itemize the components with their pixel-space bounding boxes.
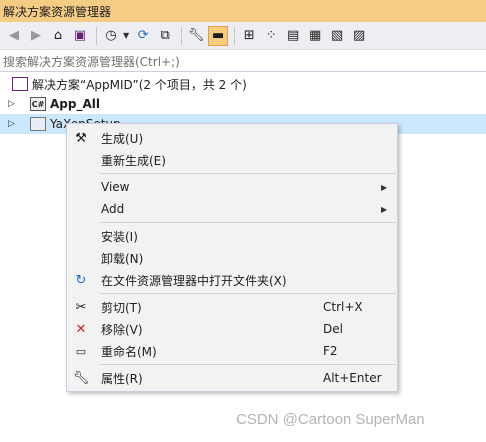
search-placeholder: 搜索解决方案资源管理器(Ctrl+;): [3, 54, 180, 69]
expand-arrow-icon[interactable]: ▷: [8, 99, 15, 109]
watermark: CSDN @Cartoon SuperMan: [236, 411, 425, 428]
build-icon: ⚒: [75, 130, 87, 146]
preview-icon[interactable]: ▬: [208, 25, 229, 46]
shortcut-label: Del: [323, 322, 343, 336]
search-input[interactable]: 搜索解决方案资源管理器(Ctrl+;): [0, 51, 486, 72]
setup-project-icon: [30, 117, 46, 131]
collapse-icon[interactable]: ⧉: [155, 26, 175, 46]
sync-icon[interactable]: ⟳: [133, 26, 153, 46]
shortcut-label: Alt+Enter: [323, 371, 382, 385]
menu-item-rebuild[interactable]: 重新生成(E): [67, 149, 397, 171]
refresh-icon: ↻: [75, 272, 87, 288]
menu-item-label: 重命名(M): [101, 344, 157, 359]
toolbar-separator: [181, 26, 183, 45]
scissors-icon: ✂: [75, 299, 87, 315]
menu-item-label: View: [101, 180, 130, 194]
files-icon[interactable]: ▦: [305, 26, 325, 46]
rename-icon: ▭: [75, 344, 87, 358]
menu-item-label: 安装(I): [101, 229, 138, 244]
menu-item-label: 重新生成(E): [101, 153, 166, 168]
submenu-arrow-icon: ▶: [381, 204, 388, 214]
toolbar: ◀ ▶ ⌂ ▣ ◷ ▼ ⟳ ⧉ 🔧︎ ▬ ⊞ ⁘ ▤ ▦ ▧ ▨: [0, 22, 486, 50]
solution-label: 解决方案“AppMID”(2 个项目，共 2 个): [32, 77, 247, 92]
menu-item-rename[interactable]: ▭ 重命名(M) F2: [67, 340, 397, 362]
toolbar-separator: [96, 26, 97, 45]
menu-item-label: 移除(V): [101, 322, 143, 337]
menu-item-add[interactable]: Add ▶: [67, 198, 397, 220]
window-title-bar: 解决方案资源管理器: [0, 0, 486, 22]
menu-item-label: Add: [101, 202, 125, 216]
filter-icon[interactable]: ▨: [349, 26, 369, 46]
shortcut-label: Ctrl+X: [323, 300, 363, 314]
menu-item-view[interactable]: View ▶: [67, 176, 397, 198]
chevron-down-icon[interactable]: ▼: [123, 31, 129, 40]
menu-item-build[interactable]: ⚒ 生成(U): [67, 127, 397, 149]
menu-separator: [99, 173, 396, 174]
solution-icon: [12, 77, 28, 91]
menu-item-properties[interactable]: 🔧︎ 属性(R) Alt+Enter: [67, 367, 397, 389]
menu-item-label: 生成(U): [101, 131, 144, 146]
pin-icon[interactable]: ⊞: [239, 26, 259, 46]
menu-item-label: 在文件资源管理器中打开文件夹(X): [101, 273, 287, 288]
show-all-icon[interactable]: ▧: [327, 26, 347, 46]
menu-item-label: 卸载(N): [101, 251, 144, 266]
menu-item-remove[interactable]: ✕ 移除(V) Del: [67, 318, 397, 340]
menu-separator: [99, 222, 396, 223]
class-view-icon[interactable]: ⁘: [261, 26, 281, 46]
toolbar-separator: [234, 26, 236, 45]
menu-separator: [99, 364, 396, 365]
wrench-icon[interactable]: 🔧︎: [186, 26, 206, 46]
menu-item-label: 剪切(T): [101, 300, 142, 315]
menu-item-cut[interactable]: ✂ 剪切(T) Ctrl+X: [67, 296, 397, 318]
back-icon[interactable]: ◀: [4, 26, 24, 46]
remove-icon: ✕: [75, 321, 87, 337]
submenu-arrow-icon: ▶: [381, 182, 388, 192]
menu-item-uninstall[interactable]: 卸载(N): [67, 247, 397, 269]
tree-item-solution[interactable]: 解决方案“AppMID”(2 个项目，共 2 个): [0, 74, 486, 94]
csharp-project-icon: C#: [30, 97, 46, 111]
menu-separator: [99, 293, 396, 294]
forward-icon[interactable]: ▶: [26, 26, 46, 46]
menu-item-install[interactable]: 安装(I): [67, 225, 397, 247]
home-icon[interactable]: ⌂: [48, 26, 68, 46]
properties-icon[interactable]: ▤: [283, 26, 303, 46]
context-menu: ⚒ 生成(U) 重新生成(E) View ▶ Add ▶ 安装(I) 卸载(N)…: [66, 123, 398, 392]
menu-item-open-folder[interactable]: ↻ 在文件资源管理器中打开文件夹(X): [67, 269, 397, 291]
expand-arrow-icon[interactable]: ▷: [8, 119, 15, 129]
shortcut-label: F2: [323, 344, 338, 358]
project-label: App_All: [50, 97, 100, 111]
wrench-icon: 🔧︎: [72, 370, 90, 386]
menu-item-label: 属性(R): [101, 371, 143, 386]
window-title: 解决方案资源管理器: [3, 4, 112, 19]
vs-icon[interactable]: ▣: [70, 26, 90, 46]
history-icon[interactable]: ◷: [101, 26, 121, 46]
tree-item-project-app-all[interactable]: ▷ C# App_All: [0, 94, 486, 114]
